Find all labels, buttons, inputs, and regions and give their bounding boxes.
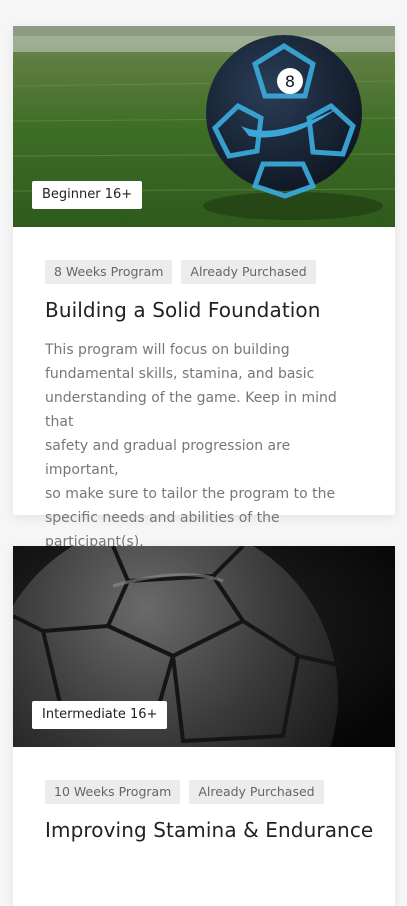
level-badge: Beginner 16+ (32, 181, 143, 209)
program-image: 8 Beginner 16+ (13, 26, 395, 227)
svg-text:8: 8 (285, 72, 295, 91)
description-line: specific needs and abilities of the part… (45, 510, 280, 550)
program-description: This program will focus on building fund… (45, 338, 363, 554)
duration-tag: 10 Weeks Program (45, 780, 181, 804)
description-line: so make sure to tailor the program to th… (45, 486, 336, 502)
purchased-tag: Already Purchased (181, 260, 316, 284)
purchased-tag: Already Purchased (189, 780, 324, 804)
duration-tag: 8 Weeks Program (45, 260, 173, 284)
description-line: understanding of the game. Keep in mind … (45, 390, 337, 430)
description-line: This program will focus on building (45, 342, 290, 358)
program-card[interactable]: 8 Beginner 16+ 8 Weeks Program Already P… (13, 26, 395, 550)
description-line: fundamental skills, stamina, and basic (45, 366, 315, 382)
tag-list: 8 Weeks Program Already Purchased (45, 260, 363, 284)
tag-list: 10 Weeks Program Already Purchased (45, 780, 363, 804)
program-card[interactable]: Intermediate 16+ 10 Weeks Program Alread… (13, 546, 395, 906)
level-badge: Intermediate 16+ (32, 701, 168, 729)
program-title[interactable]: Improving Stamina & Endurance (45, 818, 373, 842)
program-title[interactable]: Building a Solid Foundation (45, 298, 363, 322)
program-image: Intermediate 16+ (13, 546, 395, 747)
description-line: safety and gradual progression are impor… (45, 438, 291, 478)
